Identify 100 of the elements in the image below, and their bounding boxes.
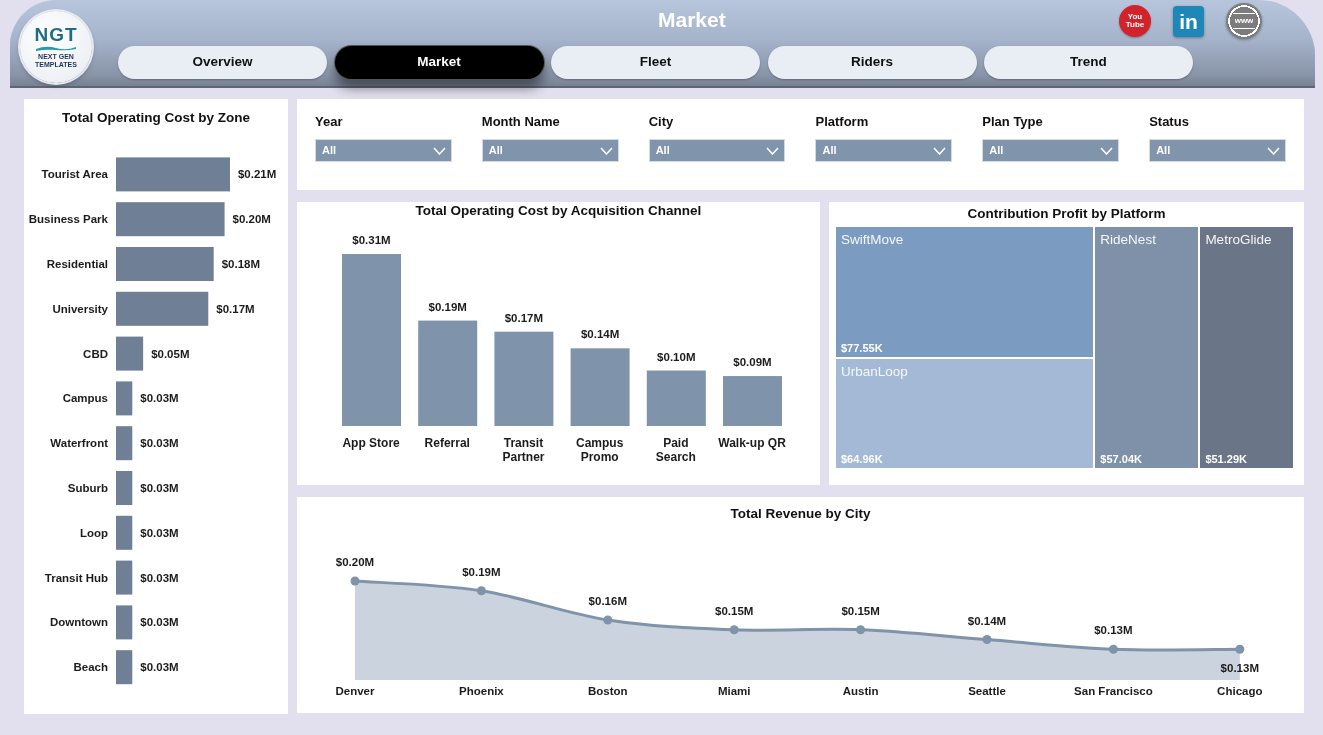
filter-label: Status bbox=[1149, 113, 1190, 130]
page-title: Market bbox=[658, 7, 726, 33]
value-label: $0.18M bbox=[221, 258, 261, 270]
category-label: Walk-up QR bbox=[717, 436, 787, 452]
chevron-down-icon bbox=[933, 146, 947, 155]
chevron-down-icon bbox=[766, 146, 780, 155]
data-point bbox=[1108, 644, 1118, 654]
category-label: Beach bbox=[73, 661, 108, 674]
tile-value: $77.55K bbox=[841, 340, 884, 355]
category-label: CBD bbox=[83, 347, 108, 360]
nav-tab[interactable]: Trend bbox=[984, 46, 1193, 79]
dropdown[interactable]: All bbox=[315, 139, 452, 162]
category-label: Chicago bbox=[1217, 685, 1263, 697]
value-label: $0.19M bbox=[462, 565, 501, 578]
nav-tab[interactable]: Fleet bbox=[551, 46, 760, 79]
category-label: Austin bbox=[842, 685, 879, 697]
filter-label: Year bbox=[315, 113, 344, 130]
category-label: Referral bbox=[423, 436, 471, 452]
value-label: $0.03M bbox=[140, 482, 179, 494]
category-label: Boston bbox=[588, 685, 628, 697]
value-label: $0.13M bbox=[1220, 662, 1259, 675]
tile-label: MetroGlide bbox=[1205, 231, 1273, 248]
category-label: San Francisco bbox=[1074, 685, 1153, 697]
value-label: $0.15M bbox=[841, 604, 880, 617]
value-label: $0.20M bbox=[335, 556, 375, 568]
chart-title: Total Revenue by City bbox=[729, 505, 872, 522]
website-link[interactable]: www bbox=[1226, 3, 1262, 39]
data-point bbox=[856, 625, 866, 635]
category-label: Transit Partner bbox=[501, 436, 546, 464]
dropdown[interactable]: All bbox=[648, 139, 786, 162]
bar bbox=[116, 336, 144, 371]
filter-label: Month Name bbox=[481, 113, 561, 130]
logo-text: NGT bbox=[34, 25, 78, 45]
value-label: $0.09M bbox=[733, 356, 772, 369]
dropdown[interactable]: All bbox=[982, 139, 1120, 162]
bar bbox=[646, 370, 706, 426]
tile-value: $51.29K bbox=[1205, 452, 1248, 466]
value-label: $0.03M bbox=[140, 616, 179, 629]
nav-tab[interactable]: Overview bbox=[118, 46, 327, 79]
dropdown[interactable]: All bbox=[481, 139, 619, 162]
data-point bbox=[476, 586, 486, 596]
youtube-link[interactable]: You Tube bbox=[1119, 5, 1151, 37]
value-label: $0.03M bbox=[140, 571, 179, 584]
category-label: Miami bbox=[717, 685, 751, 697]
data-point bbox=[982, 635, 992, 644]
value-label: $0.14M bbox=[580, 328, 620, 341]
filter-label: Plan Type bbox=[982, 113, 1044, 130]
category-label: Campus Promo bbox=[575, 436, 625, 464]
chevron-down-icon bbox=[432, 146, 446, 155]
tile-label: UrbanLoop bbox=[841, 362, 909, 380]
category-label: Campus bbox=[62, 392, 108, 405]
dropdown[interactable]: All bbox=[815, 139, 953, 162]
data-point bbox=[729, 625, 739, 635]
bar bbox=[116, 515, 133, 550]
swoosh-icon bbox=[36, 45, 76, 52]
category-label: Seattle bbox=[968, 685, 1006, 697]
bar bbox=[116, 605, 133, 640]
value-label: $0.17M bbox=[504, 311, 544, 324]
chart-title: Total Operating Cost by Acquisition Channel bbox=[414, 202, 703, 219]
value-label: $0.03M bbox=[140, 392, 179, 405]
linkedin-link[interactable]: in bbox=[1173, 5, 1204, 37]
category-label: App Store bbox=[341, 436, 401, 452]
value-label: $0.14M bbox=[967, 614, 1007, 627]
category-label: Residential bbox=[46, 258, 108, 270]
dropdown[interactable]: All bbox=[1149, 139, 1286, 162]
bar bbox=[116, 471, 133, 505]
value-label: $0.15M bbox=[715, 604, 754, 617]
bar bbox=[116, 650, 133, 685]
filter-label: Platform bbox=[815, 113, 870, 130]
category-label: University bbox=[52, 302, 108, 315]
tile-value: $57.04K bbox=[1100, 452, 1143, 466]
tile-value: $64.96K bbox=[841, 452, 884, 466]
bar bbox=[116, 381, 133, 416]
category-label: Tourist Area bbox=[41, 168, 108, 181]
value-label: $0.03M bbox=[140, 661, 179, 674]
category-label: Phoenix bbox=[459, 685, 504, 697]
value-label: $0.13M bbox=[1094, 624, 1133, 637]
value-label: $0.19M bbox=[428, 300, 467, 313]
category-label: Waterfront bbox=[50, 437, 108, 450]
category-label: Business Park bbox=[28, 213, 108, 226]
category-label: Denver bbox=[335, 685, 375, 697]
value-label: $0.31M bbox=[352, 234, 391, 246]
category-label: Transit Hub bbox=[44, 571, 108, 584]
value-label: $0.17M bbox=[216, 302, 255, 315]
nav-tab[interactable]: Riders bbox=[767, 46, 977, 79]
chevron-down-icon bbox=[1100, 146, 1114, 155]
value-label: $0.03M bbox=[140, 437, 179, 450]
value-label: $0.10M bbox=[657, 350, 696, 363]
filter-label: City bbox=[648, 113, 675, 130]
chevron-down-icon bbox=[599, 146, 613, 155]
value-label: $0.03M bbox=[140, 526, 179, 539]
category-label: Loop bbox=[79, 526, 108, 539]
nav-tab[interactable]: Market bbox=[334, 46, 544, 79]
tile-label: RideNest bbox=[1100, 231, 1157, 248]
data-point bbox=[350, 576, 360, 586]
category-label: Suburb bbox=[67, 482, 108, 494]
value-label: $0.20M bbox=[232, 213, 271, 226]
chevron-down-icon bbox=[1266, 146, 1280, 155]
tile-label: SwiftMove bbox=[841, 231, 905, 248]
data-point bbox=[1235, 644, 1245, 654]
